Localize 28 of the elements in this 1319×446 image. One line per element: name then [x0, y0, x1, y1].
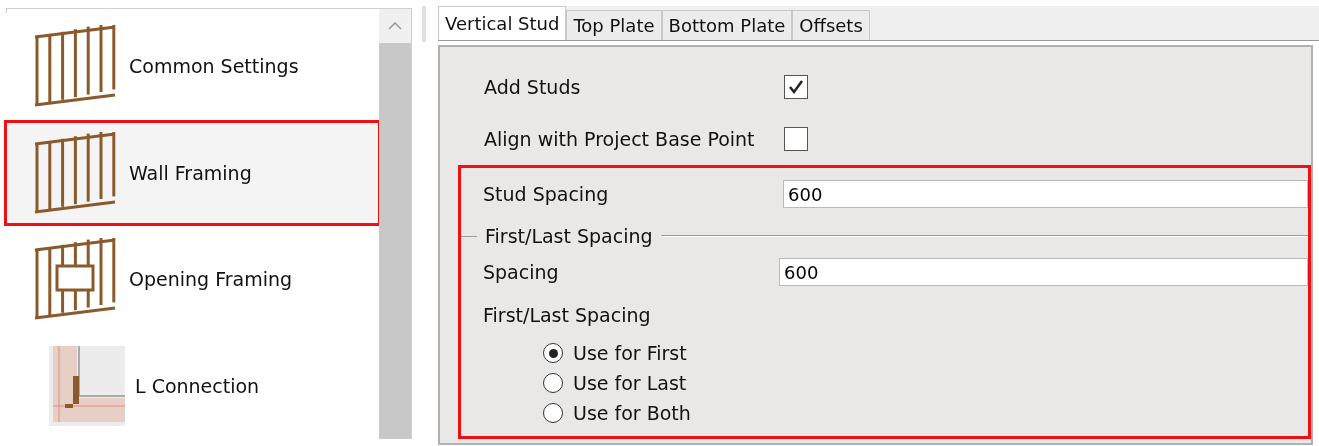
category-label: Wall Framing [129, 161, 252, 184]
field-label: Spacing [483, 261, 560, 283]
tab[interactable]: Offsets [792, 10, 870, 40]
scrollbar[interactable] [379, 9, 411, 439]
radio-label: Use for Last [573, 372, 688, 394]
stud-spacing-field[interactable]: 600 [783, 180, 1308, 208]
checkbox[interactable] [784, 127, 808, 151]
tab[interactable]: Vertical Stud [438, 6, 567, 40]
chevron-up-icon [388, 22, 402, 30]
category-list-item[interactable]: Wall Framing [4, 119, 381, 226]
radio-button[interactable] [543, 403, 563, 423]
radio-group-label: First/Last Spacing [483, 304, 652, 326]
radio-button[interactable] [543, 343, 563, 363]
category-label: Opening Framing [129, 268, 293, 291]
tab[interactable]: Top Plate [566, 10, 662, 40]
checkmark-icon [788, 79, 804, 95]
field-label: Stud Spacing [483, 183, 610, 205]
checkbox[interactable] [784, 75, 808, 99]
spacing-field[interactable]: 600 [779, 258, 1308, 286]
radio-label: Use for First [573, 342, 688, 364]
group-title: First/Last Spacing [485, 225, 653, 247]
category-label: Common Settings [129, 55, 299, 78]
option-label: Add Studs [484, 76, 582, 98]
radio-button[interactable] [543, 373, 563, 393]
radio-label: Use for Both [573, 402, 692, 424]
tab[interactable]: Bottom Plate [661, 10, 793, 40]
category-label: L Connection [135, 374, 260, 397]
option-label: Align with Project Base Point [484, 128, 756, 150]
